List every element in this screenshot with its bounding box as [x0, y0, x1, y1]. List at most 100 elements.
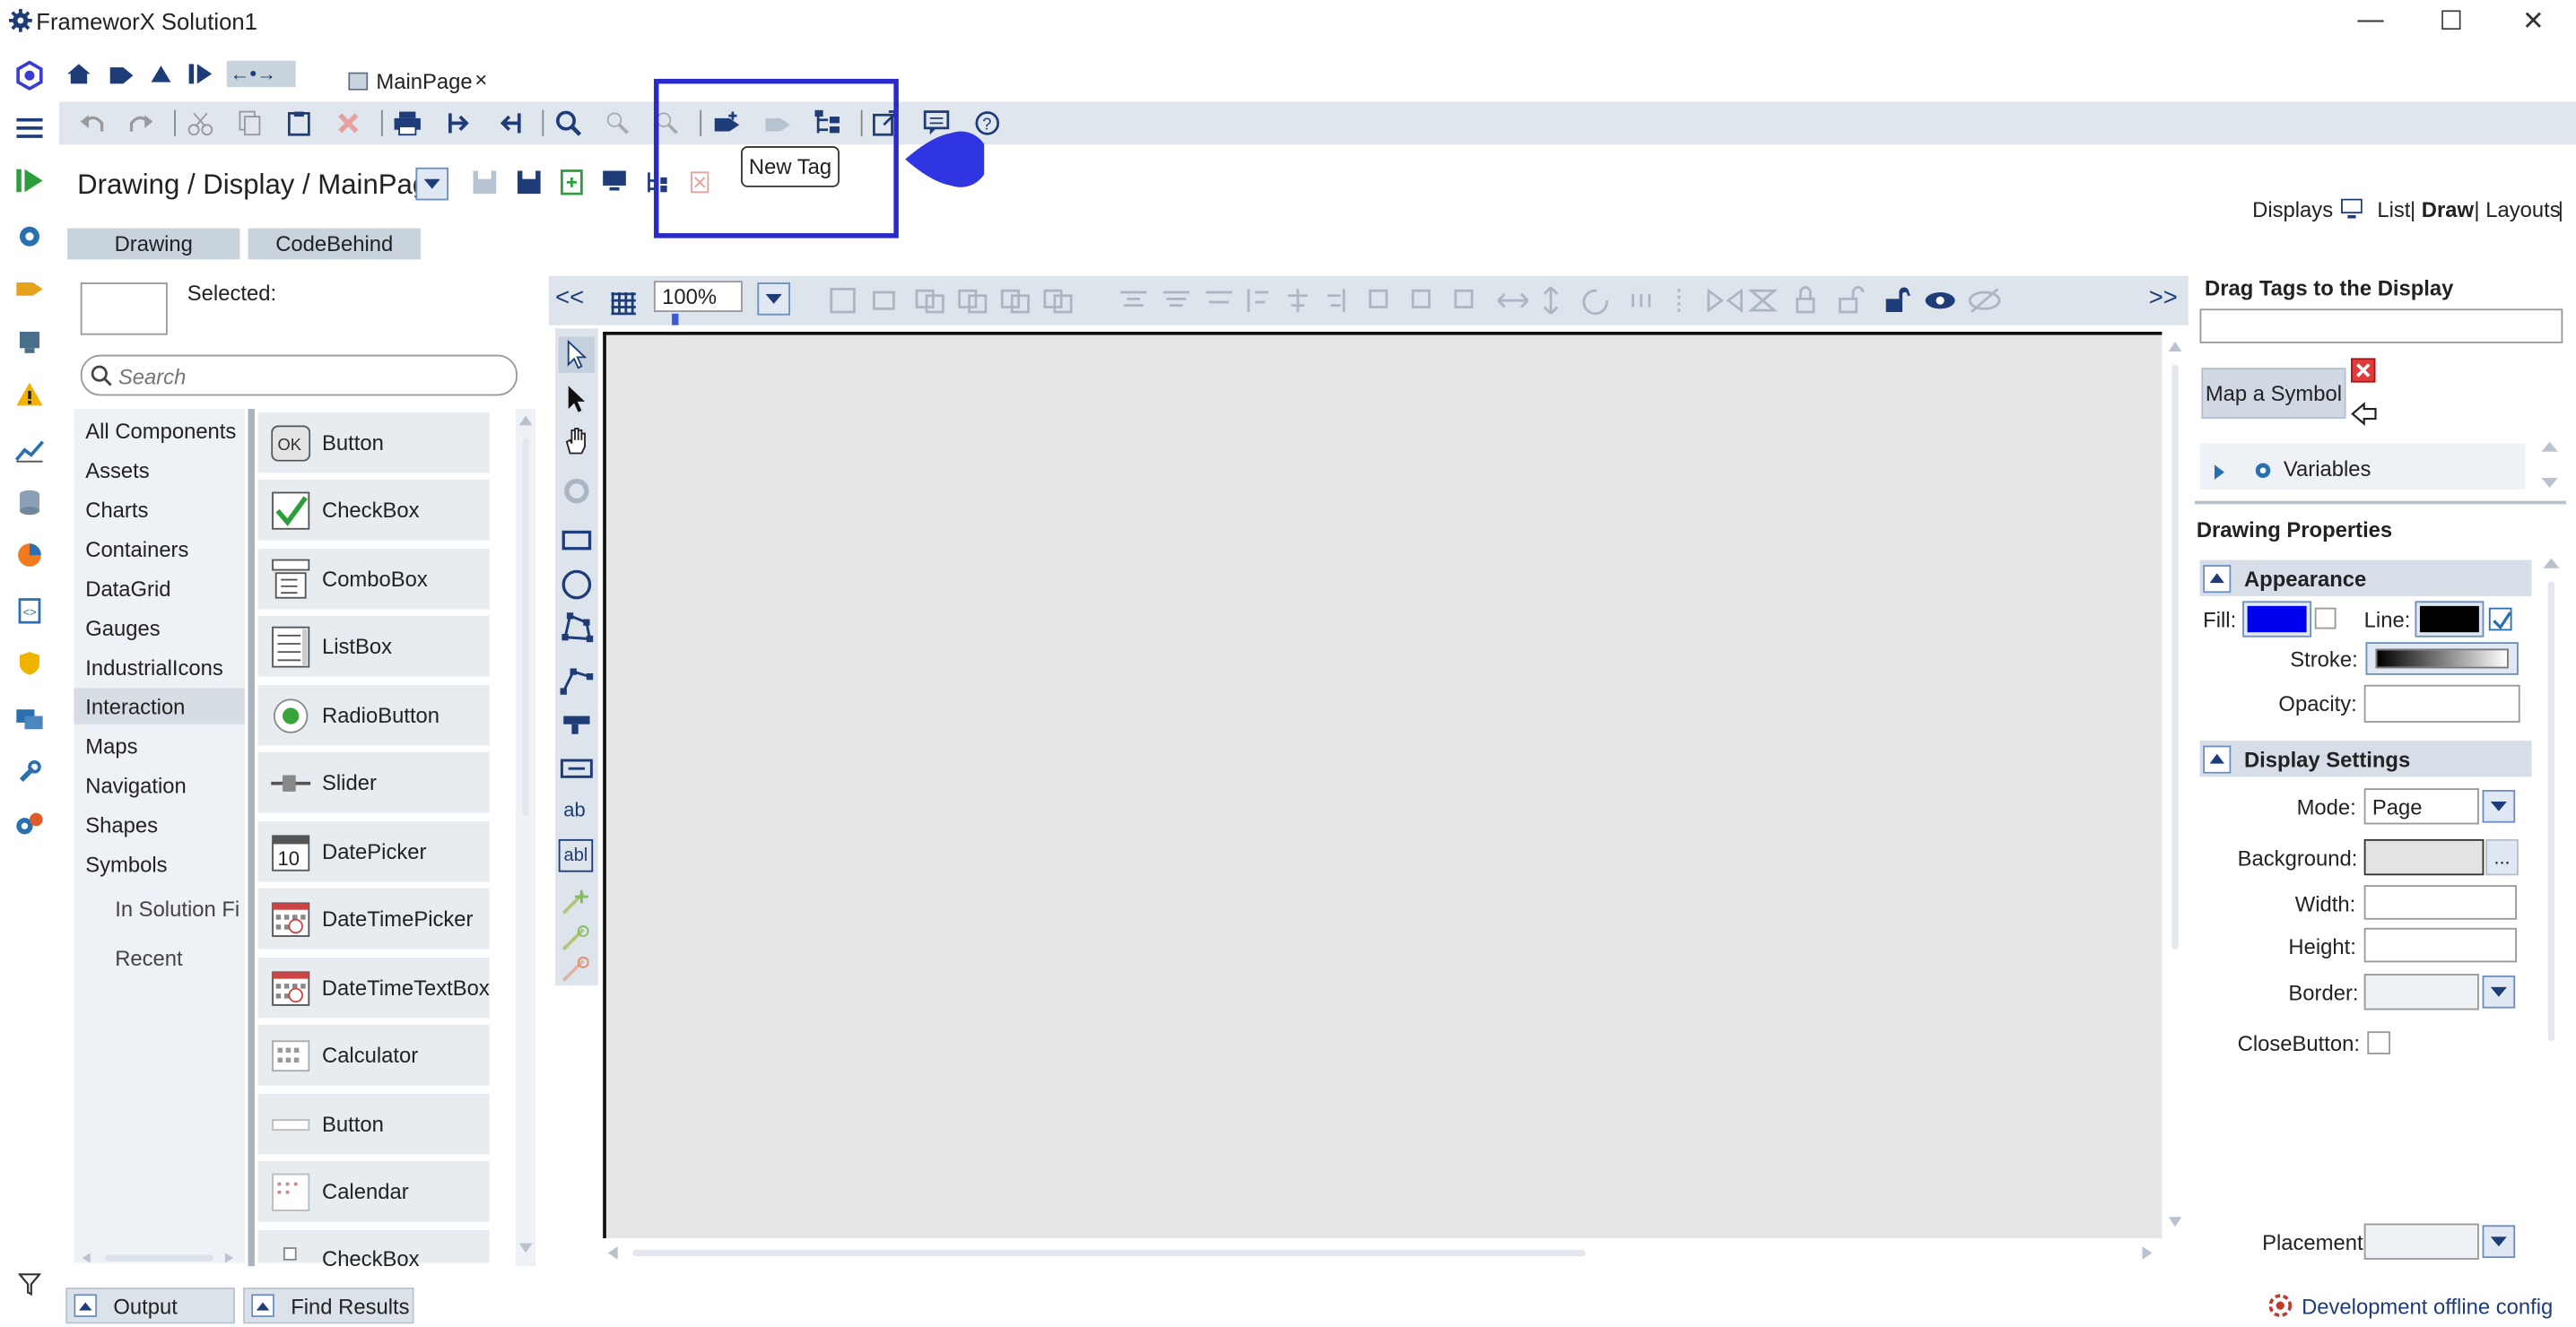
pipe-tool-icon[interactable] [559, 705, 595, 749]
import-icon[interactable] [444, 107, 477, 140]
variables-scroll-arrows[interactable] [2540, 437, 2560, 492]
category-item[interactable]: Navigation [74, 767, 244, 802]
doc-tab-label[interactable]: MainPage [376, 69, 472, 93]
save-all-icon[interactable] [516, 169, 542, 204]
category-item[interactable]: All Components [74, 412, 244, 448]
component-item[interactable]: RadioButton [257, 684, 490, 746]
category-item[interactable]: Charts [74, 491, 244, 527]
component-item[interactable]: CheckBox [257, 479, 490, 541]
tab-codebehind[interactable]: CodeBehind [248, 228, 421, 260]
text-tool-label[interactable]: ab [563, 798, 585, 821]
filter-icon[interactable] [13, 1268, 47, 1301]
component-item[interactable]: 10 DatePicker [257, 820, 490, 882]
search-input[interactable] [117, 360, 507, 391]
canvas-vscrollbar[interactable] [2165, 335, 2185, 1238]
width-input[interactable] [2363, 885, 2518, 920]
background-more-button[interactable]: ... [2485, 838, 2519, 876]
doc-tab-close-icon[interactable]: × [474, 67, 487, 91]
list-view-link[interactable]: List [2377, 197, 2410, 221]
close-window-button[interactable]: ✕ [2495, 0, 2571, 43]
opacity-input[interactable] [2363, 684, 2520, 723]
database-icon[interactable] [13, 486, 47, 519]
pan-hand-tool-icon[interactable] [559, 424, 595, 468]
run-display-icon[interactable] [187, 63, 213, 94]
category-item[interactable]: IndustrialIcons [74, 648, 244, 684]
appearance-header[interactable]: Appearance [2199, 559, 2532, 596]
tools-wrench-icon[interactable] [13, 756, 47, 789]
find-results-tab[interactable]: Find Results [243, 1287, 414, 1324]
border-select[interactable] [2363, 974, 2479, 1010]
category-item[interactable]: Gauges [74, 610, 244, 646]
map-symbol-button[interactable]: Map a Symbol [2201, 368, 2346, 420]
category-item[interactable]: Shapes [74, 806, 244, 842]
reports-pie-icon[interactable] [13, 539, 47, 572]
paint-icon[interactable] [148, 63, 174, 94]
export-icon[interactable] [492, 107, 526, 140]
canvas-hscrollbar[interactable] [603, 1241, 2157, 1265]
component-item[interactable]: Button [257, 1093, 490, 1155]
category-hscrollbar[interactable] [82, 1244, 234, 1263]
solution-cube-icon[interactable] [13, 59, 47, 92]
mode-select[interactable]: Page [2363, 788, 2479, 825]
button-tool-icon[interactable] [559, 750, 595, 794]
component-item[interactable]: DateTimePicker [257, 888, 490, 950]
placement-select[interactable] [2363, 1223, 2479, 1260]
category-item[interactable]: Symbols [74, 846, 244, 881]
height-input[interactable] [2363, 927, 2518, 963]
alarms-icon[interactable] [13, 377, 47, 411]
expand-right-button[interactable]: >> [2149, 284, 2178, 312]
variables-row[interactable]: Variables [2199, 443, 2526, 490]
tab-drawing[interactable]: Drawing [67, 228, 240, 260]
find-icon[interactable] [552, 107, 585, 140]
preview-display-icon[interactable] [601, 169, 627, 201]
displays-icon[interactable] [13, 703, 47, 736]
ellipse-tool-icon[interactable] [559, 567, 595, 611]
breadcrumb-dropdown-icon[interactable] [415, 167, 449, 201]
category-item-selected[interactable]: Interaction [74, 688, 245, 724]
component-item[interactable]: ListBox [257, 615, 490, 677]
output-tab[interactable]: Output [65, 1287, 235, 1324]
home-icon[interactable] [65, 63, 91, 94]
extensions-gears-icon[interactable] [13, 808, 47, 841]
tag-icon[interactable] [109, 63, 135, 94]
display-settings-header[interactable]: Display Settings [2199, 741, 2532, 777]
polyline-tool-icon[interactable] [559, 662, 595, 706]
redo-icon[interactable] [125, 107, 158, 140]
fill-enabled-checkbox[interactable] [2314, 607, 2337, 629]
settings-icon[interactable] [13, 220, 47, 253]
search-box[interactable] [80, 354, 518, 396]
component-item[interactable]: OK Button [257, 412, 490, 473]
category-item[interactable]: DataGrid [74, 570, 244, 606]
new-document-icon[interactable] [561, 169, 584, 204]
fill-color-swatch[interactable] [2242, 601, 2312, 637]
print-icon[interactable] [391, 107, 424, 140]
direct-select-tool-icon[interactable] [559, 381, 595, 425]
zoom-slider-thumb[interactable] [672, 313, 679, 325]
placement-dropdown-icon[interactable] [2482, 1225, 2516, 1259]
zoom-input[interactable]: 100% [653, 281, 743, 313]
historian-chart-icon[interactable] [13, 434, 47, 467]
component-item[interactable]: DateTimeTextBox [257, 957, 490, 1019]
back-forward-icon[interactable]: ←•→ [226, 60, 296, 88]
component-settings-icon[interactable] [559, 473, 595, 517]
component-item[interactable]: CheckBox [257, 1229, 490, 1271]
run-icon[interactable] [13, 164, 47, 197]
rectangle-tool-icon[interactable] [559, 522, 595, 566]
drawing-canvas[interactable] [603, 331, 2163, 1239]
undo-icon[interactable] [75, 107, 109, 140]
drag-tags-input[interactable] [2199, 308, 2563, 343]
border-dropdown-icon[interactable] [2482, 975, 2516, 1009]
delete-icon[interactable] [332, 107, 365, 140]
add-point-tool-icon[interactable] [559, 887, 595, 928]
hamburger-menu-icon[interactable] [13, 112, 47, 145]
grid-icon[interactable] [611, 289, 637, 323]
line-color-swatch[interactable] [2415, 601, 2485, 637]
paste-icon[interactable] [283, 107, 316, 140]
find-replace-icon[interactable] [601, 107, 634, 140]
layouts-view-link[interactable]: Layouts [2485, 197, 2560, 221]
scripts-icon[interactable]: <> [13, 594, 47, 628]
mode-dropdown-icon[interactable] [2482, 789, 2516, 823]
tags-icon[interactable] [13, 273, 47, 306]
category-item[interactable]: Containers [74, 531, 244, 567]
maximize-button[interactable]: ☐ [2414, 0, 2489, 43]
